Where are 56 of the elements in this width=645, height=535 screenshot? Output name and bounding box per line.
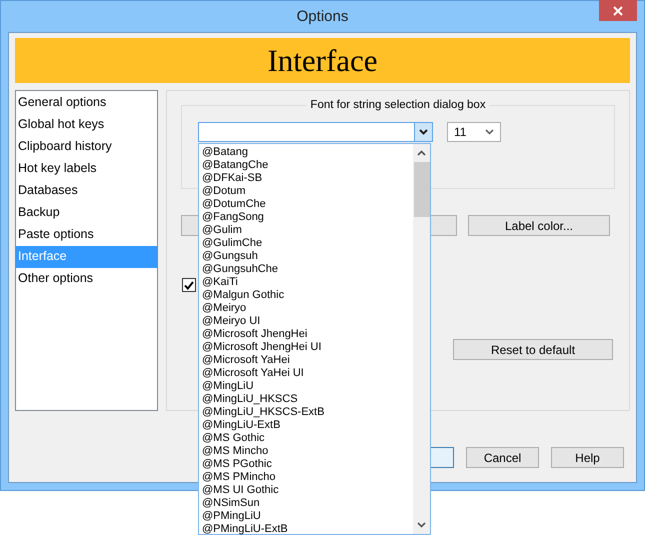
list-option[interactable]: @Meiryo: [199, 302, 413, 315]
list-option[interactable]: @MS UI Gothic: [199, 484, 413, 497]
list-option[interactable]: @Microsoft JhengHei: [199, 328, 413, 341]
list-option[interactable]: @Microsoft JhengHei UI: [199, 341, 413, 354]
list-option[interactable]: @Gulim: [199, 224, 413, 237]
page-banner: Interface: [15, 38, 630, 83]
help-button[interactable]: Help: [551, 447, 624, 468]
list-option[interactable]: @MingLiU-ExtB: [199, 419, 413, 432]
label-color-button[interactable]: Label color...: [468, 215, 610, 236]
list-option[interactable]: @PMingLiU: [199, 510, 413, 523]
list-option[interactable]: @KaiTi: [199, 276, 413, 289]
chevron-icon: [419, 129, 428, 135]
scrollbar[interactable]: [413, 144, 430, 534]
list-option[interactable]: @DFKai-SB: [199, 172, 413, 185]
list-option[interactable]: @GulimChe: [199, 237, 413, 250]
cancel-button[interactable]: Cancel: [466, 447, 539, 468]
list-option[interactable]: @Microsoft YaHei: [199, 354, 413, 367]
scroll-thumb[interactable]: [414, 162, 430, 217]
sidebar-item[interactable]: General options: [16, 92, 157, 114]
close-button[interactable]: [599, 0, 637, 21]
close-icon: [613, 6, 623, 16]
list-option[interactable]: @MingLiU_HKSCS: [199, 393, 413, 406]
chevron-icon: [485, 129, 494, 135]
list-option[interactable]: @Malgun Gothic: [199, 289, 413, 302]
list-option[interactable]: @MingLiU_HKSCS-ExtB: [199, 406, 413, 419]
dropdown-button[interactable]: [414, 123, 432, 141]
scroll-down-icon[interactable]: [417, 522, 426, 528]
sidebar-item[interactable]: Global hot keys: [16, 114, 157, 136]
window-title: Options: [296, 8, 348, 25]
reset-button[interactable]: Reset to default: [453, 339, 613, 360]
sidebar-item[interactable]: Clipboard history: [16, 136, 157, 158]
list-option[interactable]: @MingLiU: [199, 380, 413, 393]
list-option[interactable]: @PMingLiU-ExtB: [199, 523, 413, 535]
list-option[interactable]: @Batang: [199, 146, 413, 159]
sidebar-item[interactable]: Paste options: [16, 224, 157, 246]
list-option[interactable]: @Meiryo UI: [199, 315, 413, 328]
list-option[interactable]: @DotumChe: [199, 198, 413, 211]
list-option[interactable]: @MS PGothic: [199, 458, 413, 471]
list-option[interactable]: @Dotum: [199, 185, 413, 198]
list-option[interactable]: @GungsuhChe: [199, 263, 413, 276]
list-option[interactable]: @Microsoft YaHei UI: [199, 367, 413, 380]
scroll-up-icon[interactable]: [417, 150, 426, 156]
sidebar-item[interactable]: Databases: [16, 180, 157, 202]
checkbox[interactable]: [182, 278, 196, 292]
list-option[interactable]: @MS Gothic: [199, 432, 413, 445]
list-option[interactable]: @BatangChe: [199, 159, 413, 172]
sidebar-item[interactable]: Other options: [16, 268, 157, 290]
sidebar-item[interactable]: Hot key labels: [16, 158, 157, 180]
list-option[interactable]: @NSimSun: [199, 497, 413, 510]
list-option[interactable]: @MS Mincho: [199, 445, 413, 458]
sidebar-item[interactable]: Backup: [16, 202, 157, 224]
list-option[interactable]: @FangSong: [199, 211, 413, 224]
list-option[interactable]: @MS PMincho: [199, 471, 413, 484]
group-title: Font for string selection dialog box: [306, 99, 490, 111]
size-dropdown[interactable]: 11: [447, 122, 501, 142]
list-option[interactable]: @Gungsuh: [199, 250, 413, 263]
